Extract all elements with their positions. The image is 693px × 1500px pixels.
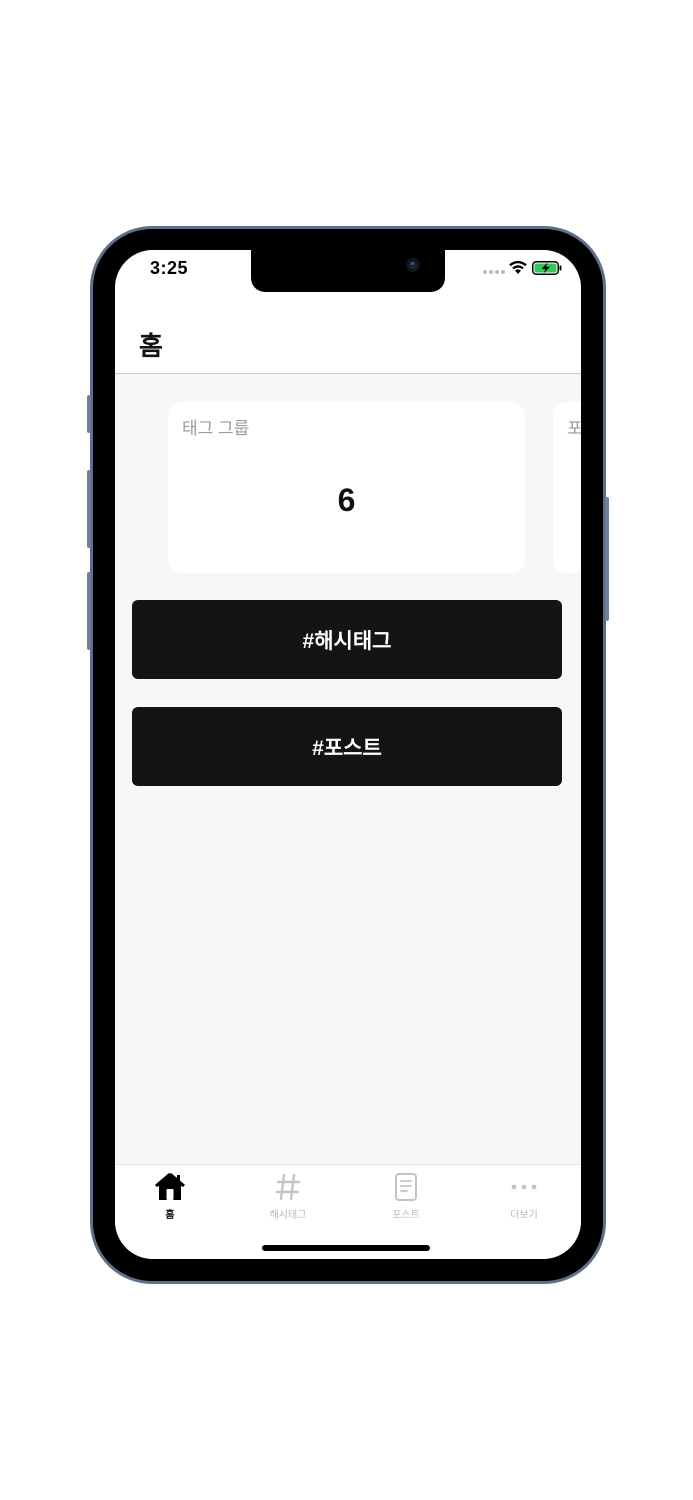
notch [251,250,445,292]
document-icon [389,1171,423,1203]
nav-header: 홈 [115,298,581,374]
status-time: 3:25 [150,258,189,278]
tab-label: 더보기 [510,1210,538,1221]
home-icon [153,1171,187,1203]
battery-charging-icon [532,261,562,275]
stage: 3:25 홈 태그 그룹 6 포 #해시태그 #포스트 홈 해시태그 포스트 더… [0,0,693,1500]
stat-card-tag-groups[interactable]: 태그 그룹 6 [168,402,525,573]
page-title: 홈 [139,331,163,361]
stat-card-posts[interactable]: 포 [553,402,581,573]
volume-down-button [87,572,91,650]
power-button [605,497,609,621]
home-indicator[interactable] [262,1245,430,1251]
tab-label: 해시태그 [269,1210,307,1221]
volume-up-button [87,470,91,548]
stat-cards-carousel[interactable]: 태그 그룹 6 포 [115,402,581,573]
post-button[interactable]: #포스트 [132,707,562,786]
more-icon [507,1171,541,1203]
signal-icon [483,270,505,274]
wifi-icon [509,260,527,274]
tab-more[interactable]: 더보기 [484,1171,564,1225]
tab-label: 홈 [165,1210,175,1221]
screen: 3:25 홈 태그 그룹 6 포 #해시태그 #포스트 홈 해시태그 포스트 더… [115,250,581,1259]
tab-post[interactable]: 포스트 [366,1171,446,1225]
hashtag-icon [271,1171,305,1203]
tab-hashtag[interactable]: 해시태그 [248,1171,328,1225]
silent-switch [87,395,91,433]
stat-card-label: 태그 그룹 [182,419,250,438]
tab-home[interactable]: 홈 [130,1171,210,1225]
hashtag-button[interactable]: #해시태그 [132,600,562,679]
tab-label: 포스트 [392,1210,420,1221]
stat-card-label: 포 [567,419,581,438]
stat-card-value: 6 [337,482,356,518]
front-camera [406,258,420,272]
